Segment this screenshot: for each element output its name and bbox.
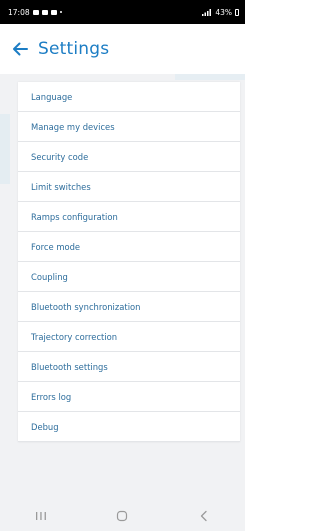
more-notifications-icon	[59, 11, 62, 13]
menu-item-bluetooth-synchronization[interactable]: Bluetooth synchronization	[18, 292, 240, 322]
menu-item-trajectory-correction[interactable]: Trajectory correction	[18, 322, 240, 352]
status-time: 17:08	[8, 7, 30, 17]
menu-item-security-code[interactable]: Security code	[18, 142, 240, 172]
status-bar-left: 17:08	[8, 8, 62, 17]
back-icon[interactable]	[189, 505, 219, 527]
status-bar-right: 43%	[202, 8, 239, 17]
battery-percent: 43%	[215, 7, 232, 17]
status-bar: 17:08 43%	[0, 0, 245, 24]
menu-item-coupling[interactable]: Coupling	[18, 262, 240, 292]
menu-item-ramps-configuration[interactable]: Ramps configuration	[18, 202, 240, 232]
background-decoration	[0, 114, 10, 184]
app-notification-icon	[50, 9, 57, 15]
recent-apps-icon[interactable]	[26, 505, 56, 527]
page-title: Settings	[38, 39, 110, 59]
menu-item-debug[interactable]: Debug	[18, 412, 240, 442]
menu-item-language[interactable]: Language	[18, 82, 240, 112]
background-decoration	[175, 74, 245, 80]
app-bar: Settings	[0, 24, 245, 74]
signal-icon	[202, 8, 212, 16]
menu-item-force-mode[interactable]: Force mode	[18, 232, 240, 262]
settings-menu: Language Manage my devices Security code…	[18, 82, 240, 442]
notification-icon	[32, 9, 39, 15]
menu-item-manage-devices[interactable]: Manage my devices	[18, 112, 240, 142]
message-icon	[41, 9, 48, 15]
settings-content[interactable]: Language Manage my devices Security code…	[0, 74, 245, 501]
menu-item-bluetooth-settings[interactable]: Bluetooth settings	[18, 352, 240, 382]
back-arrow-icon[interactable]	[8, 37, 32, 61]
system-nav-bar	[0, 501, 245, 531]
menu-item-errors-log[interactable]: Errors log	[18, 382, 240, 412]
home-icon[interactable]	[107, 505, 137, 527]
menu-item-limit-switches[interactable]: Limit switches	[18, 172, 240, 202]
battery-icon	[235, 8, 239, 16]
